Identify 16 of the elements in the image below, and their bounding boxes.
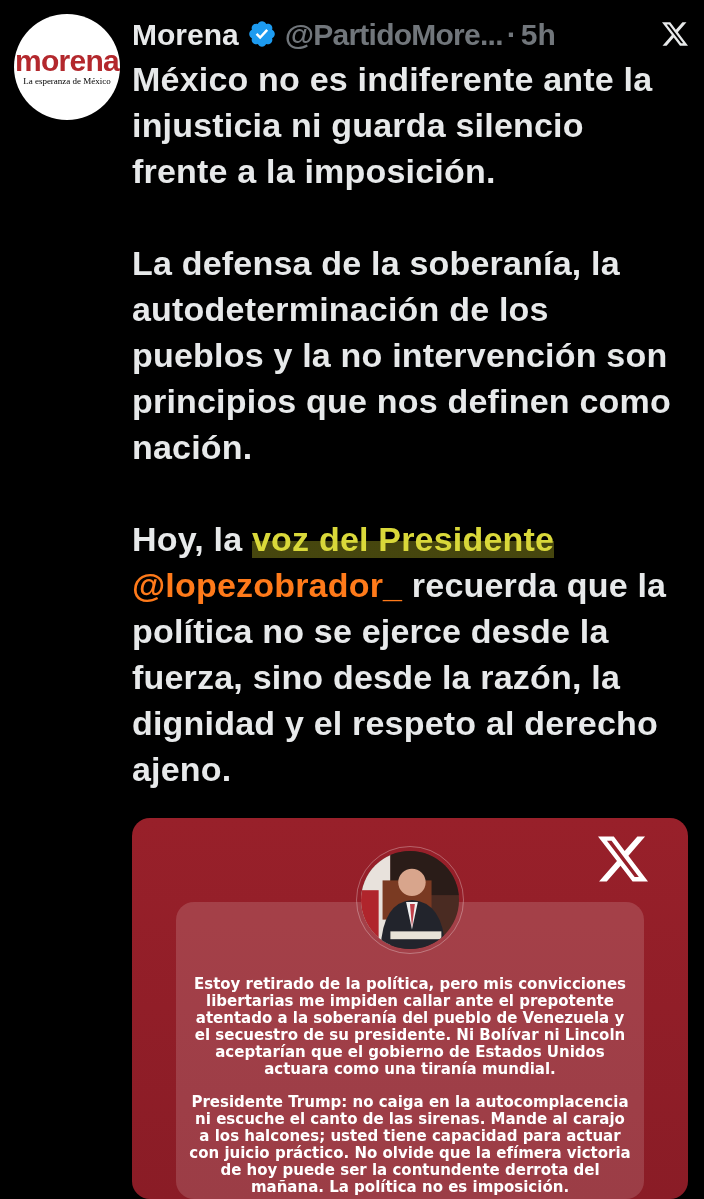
- mention-link[interactable]: @lopezobrador_: [132, 566, 403, 604]
- separator: ·: [506, 16, 517, 53]
- x-logo-icon: [598, 834, 648, 884]
- post-paragraph: La defensa de la soberanía, la autodeterminación de los pueblos y la no intervención son principios que nos definen como nación.: [132, 243, 672, 468]
- logo-tagline: La esperanza de México: [23, 76, 111, 88]
- post-paragraph: Hoy, la voz del Presidente @lopezobrador_ recuerda que la política no se ejerce desde la fuerza, sino desde la razón, la dignidad y el respeto al derecho ajeno.: [132, 519, 668, 790]
- post-paragraph: México no es indiferente ante la injusticia ni guarda silencio frente a la imposición.: [132, 59, 654, 192]
- avatar[interactable]: morena La esperanza de México: [14, 14, 120, 120]
- author-name[interactable]: Morena: [132, 11, 239, 57]
- close-icon: [662, 21, 688, 47]
- card-paragraph: Estoy retirado de la política, pero mis convicciones libertarias me impiden callar ante el prepotente atentado a la soberanía del pueblo de Venezuela y el secuestro de su presidente. Ni Bolívar ni Lincoln aceptarían que el gobierno de Estados Unidos actuara como una tiranía mundial.: [192, 976, 628, 1078]
- author-handle[interactable]: @PartidoMore...: [284, 11, 503, 57]
- post-time[interactable]: 5h: [520, 11, 556, 57]
- card-paragraph: Presidente Trump: no caiga en la autocomplacencia ni escuche el canto de las sirenas. Mande al carajo a los halcones; usted tiene capacidad para actuar con juicio práctico. No olvide que la efímera victoria de hoy puede ser la contundente derrota del mañana. La política no es imposición.: [188, 1094, 632, 1196]
- media-card[interactable]: [132, 818, 688, 1199]
- logo-name: morena: [15, 46, 119, 77]
